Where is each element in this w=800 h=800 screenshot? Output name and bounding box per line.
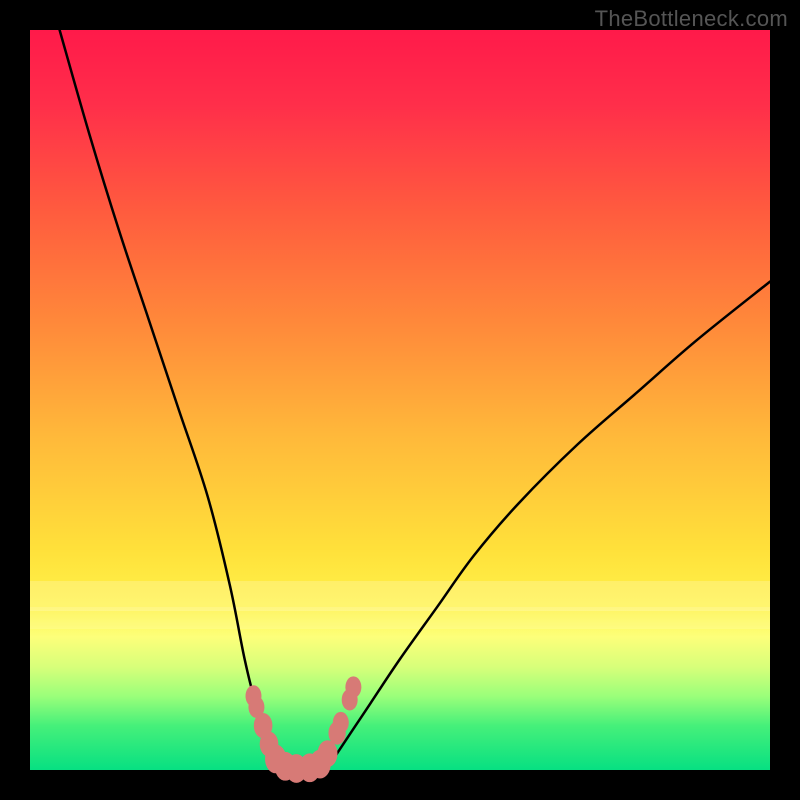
marker-9: [317, 740, 337, 767]
plot-area: [30, 30, 770, 770]
chart-frame: TheBottleneck.com: [0, 0, 800, 800]
curve-right-branch: [326, 282, 770, 770]
curve-overlay: [30, 30, 770, 770]
marker-11: [333, 712, 349, 734]
marker-13: [345, 676, 361, 698]
attribution-text: TheBottleneck.com: [595, 6, 788, 32]
curve-left-branch: [60, 30, 282, 770]
markers-group: [245, 676, 361, 783]
curve-group: [60, 30, 770, 770]
